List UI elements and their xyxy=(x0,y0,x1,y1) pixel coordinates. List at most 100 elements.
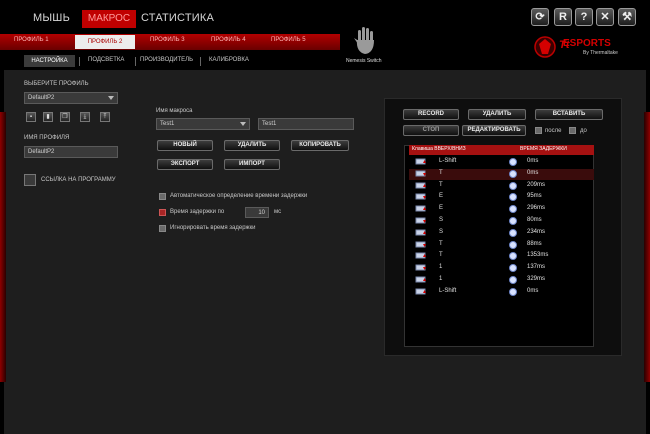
key-down-icon xyxy=(415,193,426,200)
table-row[interactable]: S 80ms xyxy=(409,216,594,227)
table-row[interactable]: T 88ms xyxy=(409,240,594,251)
delete-macro-button[interactable]: УДАЛИТЬ xyxy=(224,140,280,151)
logo-text: ESPORTS xyxy=(563,38,611,49)
delay-value: 10 xyxy=(258,210,265,216)
key-up-icon xyxy=(415,252,426,259)
before-checkbox[interactable] xyxy=(569,127,576,134)
import-button[interactable]: ИМПОРТ xyxy=(224,159,280,170)
stop-button[interactable]: СТОП xyxy=(403,125,459,136)
clock-icon xyxy=(509,264,517,273)
delay-value: 234ms xyxy=(527,228,546,235)
delay-value: 88ms xyxy=(527,240,542,247)
clock-icon xyxy=(509,287,517,296)
nav-mouse[interactable]: МЫШЬ xyxy=(33,12,70,24)
delay-value: 80ms xyxy=(527,217,542,223)
tab-profile-2[interactable]: ПРОФИЛЬ 2 xyxy=(75,35,135,49)
side-accent-right xyxy=(644,112,650,382)
table-row[interactable]: T 209ms xyxy=(409,181,594,192)
table-row[interactable]: E 95ms xyxy=(409,192,594,203)
trash-icon[interactable]: ▮ xyxy=(43,112,53,122)
tab-separator xyxy=(79,57,80,66)
after-checkbox[interactable] xyxy=(535,127,542,134)
delay-value: 137ms xyxy=(527,264,546,271)
clock-icon xyxy=(509,193,517,202)
save-icon[interactable]: ▪ xyxy=(26,112,36,122)
download-icon[interactable]: ⤓ xyxy=(80,112,90,122)
upload-icon[interactable]: ⤒ xyxy=(100,112,110,122)
macro-select-value: Test1 xyxy=(160,121,175,127)
ignore-delay-label: Игнорировать время задержки xyxy=(170,225,256,231)
key-name: T xyxy=(439,181,443,188)
key-name: S xyxy=(439,228,444,235)
profile-name-label: ИМЯ ПРОФИЛЯ xyxy=(24,135,70,141)
delay-value: 0ms xyxy=(527,169,539,176)
key-name: T xyxy=(439,169,443,176)
key-name: E xyxy=(439,205,444,212)
nav-macro[interactable]: МАКРОС xyxy=(82,10,136,28)
key-name: S xyxy=(439,217,444,223)
table-row[interactable]: 1 329ms xyxy=(409,275,594,286)
nav-statistics[interactable]: СТАТИСТИКА xyxy=(141,12,214,24)
macro-name-field[interactable]: Test1 xyxy=(258,118,354,130)
column-header-key: Клавиша ВВЕРХ/ВНИЗ xyxy=(412,146,466,152)
tab-separator xyxy=(200,57,201,66)
hand-icon[interactable] xyxy=(352,26,380,56)
record-button[interactable]: RECORD xyxy=(403,109,459,120)
tab-setup[interactable]: НАСТРОЙКА xyxy=(24,55,75,67)
table-row[interactable]: S 234ms xyxy=(409,228,594,239)
delay-value: 329ms xyxy=(527,276,546,282)
table-row[interactable]: T 1353ms xyxy=(409,251,594,262)
key-down-icon xyxy=(415,241,426,248)
auto-delay-label: Автоматическое определение времени задер… xyxy=(170,193,308,199)
delay-unit: мс xyxy=(274,209,282,215)
side-accent-left xyxy=(0,112,6,382)
export-button[interactable]: ЭКСПОРТ xyxy=(157,159,213,170)
key-up-icon xyxy=(415,158,426,165)
auto-delay-checkbox[interactable] xyxy=(159,193,166,200)
tab-profile-4[interactable]: ПРОФИЛЬ 4 xyxy=(211,37,246,43)
key-down-icon xyxy=(415,264,426,271)
link-program-label: ССЫЛКА НА ПРОГРАММУ xyxy=(41,177,116,183)
link-program-checkbox[interactable] xyxy=(24,174,36,186)
profile-name-value: DefaultP2 xyxy=(28,149,55,155)
macro-name-label: Имя макроса xyxy=(156,108,193,114)
insert-step-button[interactable]: ВСТАВИТЬ xyxy=(535,109,603,120)
profile-name-field[interactable]: DefaultP2 xyxy=(24,146,118,158)
profile-select-value: DefaultP2 xyxy=(28,95,55,101)
clock-icon xyxy=(509,276,517,284)
tab-profile-3[interactable]: ПРОФИЛЬ 3 xyxy=(150,37,185,43)
key-name: L-Shift xyxy=(439,287,457,294)
delay-value: 296ms xyxy=(527,205,546,212)
refresh-icon[interactable]: ⟳ xyxy=(531,8,549,26)
edit-button[interactable]: РЕДАКТИРОВАТЬ xyxy=(462,125,526,136)
tab-calibration[interactable]: КАЛИБРОВКА xyxy=(209,57,249,63)
table-row[interactable]: L-Shift 0ms xyxy=(409,287,594,298)
chevron-down-icon xyxy=(108,96,114,100)
tab-profile-1[interactable]: ПРОФИЛЬ 1 xyxy=(14,37,49,43)
column-header-delay: ВРЕМЯ ЗАДЕРЖКИ xyxy=(520,146,567,152)
close-icon[interactable]: ✕ xyxy=(596,8,614,26)
before-label: до xyxy=(580,128,587,134)
new-macro-button[interactable]: НОВЫЙ xyxy=(157,140,213,151)
table-row[interactable]: T 0ms xyxy=(409,168,594,180)
copy-macro-button[interactable]: КОПИРОВАТЬ xyxy=(291,140,349,151)
reset-icon[interactable]: R xyxy=(554,8,572,26)
tab-performance[interactable]: ПРОИЗВОДИТЕЛЬ xyxy=(140,57,193,63)
ignore-delay-checkbox[interactable] xyxy=(159,225,166,232)
profile-select[interactable]: DefaultP2 xyxy=(24,92,118,104)
key-name: T xyxy=(439,240,443,247)
table-row[interactable]: L-Shift 0ms xyxy=(409,157,594,168)
tools-icon[interactable]: ⚒ xyxy=(618,8,636,26)
macro-select[interactable]: Test1 xyxy=(156,118,250,130)
delay-by-checkbox[interactable] xyxy=(159,209,166,216)
delay-value-field[interactable]: 10 xyxy=(245,207,269,218)
copy-icon[interactable]: ❐ xyxy=(60,112,70,122)
table-row[interactable]: 1 137ms xyxy=(409,263,594,274)
logo-subtext: By Thermaltake xyxy=(583,50,618,56)
delete-step-button[interactable]: УДАЛИТЬ xyxy=(468,109,526,120)
help-icon[interactable]: ? xyxy=(575,8,593,26)
tab-lighting[interactable]: ПОДСВЕТКА xyxy=(88,57,124,63)
key-name: T xyxy=(439,252,443,259)
tab-profile-5[interactable]: ПРОФИЛЬ 5 xyxy=(271,37,306,43)
table-row[interactable]: E 296ms xyxy=(409,204,594,215)
